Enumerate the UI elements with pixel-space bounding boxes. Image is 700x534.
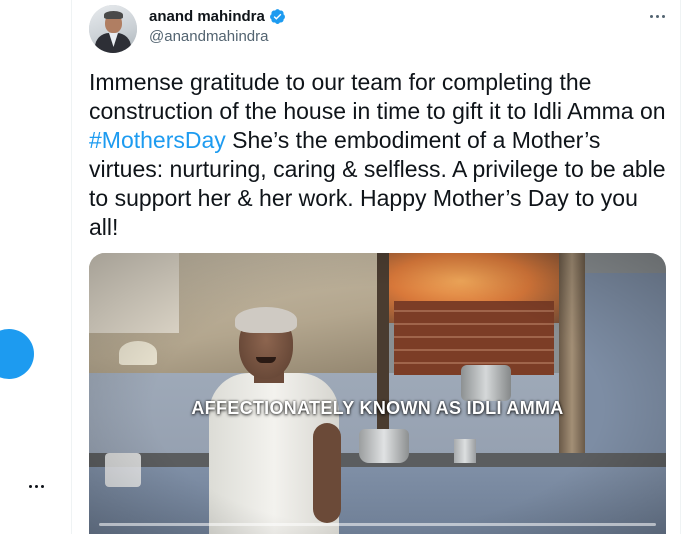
dot [28, 484, 32, 488]
video-progress-bar[interactable] [99, 523, 656, 526]
page: anand mahindra @anandmahindra Immense gr… [0, 0, 700, 534]
tweet-text-part1: Immense gratitude to our team for comple… [89, 69, 666, 124]
author-name-row: anand mahindra [149, 8, 286, 25]
sidebar-more-icon[interactable] [24, 478, 48, 494]
author-avatar[interactable] [89, 5, 137, 53]
tweet: anand mahindra @anandmahindra Immense gr… [72, 0, 680, 534]
author-handle[interactable]: @anandmahindra [149, 28, 286, 45]
more-options-icon[interactable] [644, 6, 670, 26]
tweet-text: Immense gratitude to our team for comple… [89, 68, 669, 242]
column-divider-right [680, 0, 681, 534]
author-info: anand mahindra @anandmahindra [149, 8, 286, 45]
dot [34, 484, 38, 488]
hashtag-link[interactable]: #MothersDay [89, 127, 226, 153]
dot [40, 484, 44, 488]
verified-badge-icon [269, 8, 286, 25]
author-display-name[interactable]: anand mahindra [149, 8, 265, 25]
dot [655, 14, 659, 18]
dot [661, 14, 665, 18]
video-frame [89, 253, 666, 534]
tweet-video[interactable]: AFFECTIONATELY KNOWN AS IDLI AMMA [89, 253, 666, 534]
avatar-hair [104, 11, 123, 19]
scene-vignette [89, 253, 666, 534]
dot [649, 14, 653, 18]
compose-fab-button[interactable] [0, 329, 34, 379]
video-caption: AFFECTIONATELY KNOWN AS IDLI AMMA [191, 398, 564, 418]
left-sidebar [0, 0, 71, 534]
